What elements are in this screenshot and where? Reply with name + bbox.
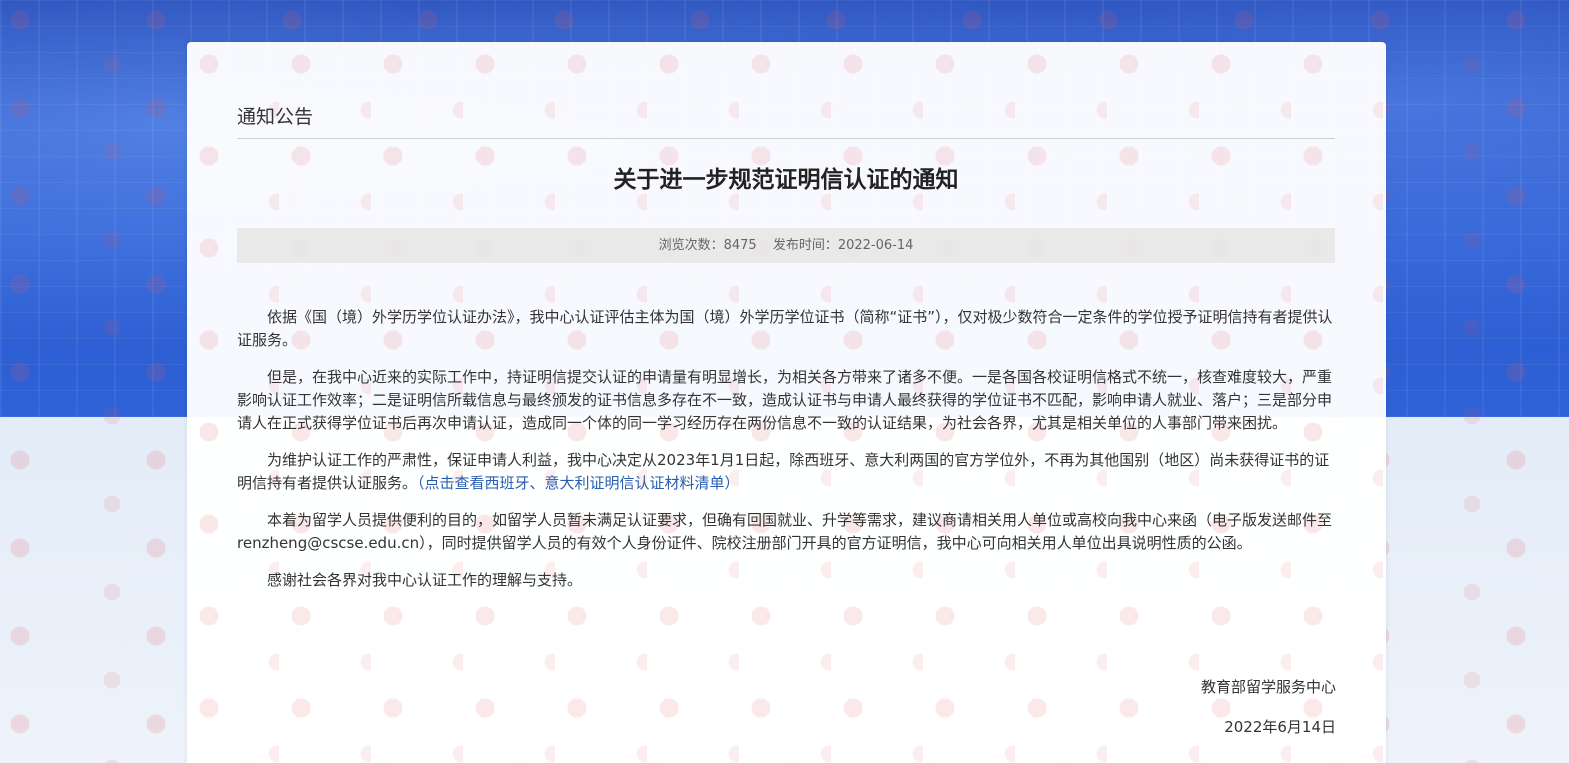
signature-organization: 教育部留学服务中心 (1200, 678, 1336, 696)
publish-date: 2022-06-14 (837, 238, 914, 253)
article-body: 依据《国（境）外学历学位认证办法》，我中心认证评估主体为国（境）外学历学位证书（… (237, 306, 1335, 606)
material-list-link[interactable]: （点击查看西班牙、意大利证明信认证材料清单） (417, 474, 740, 492)
paragraph-3-text: 为维护认证工作的严肃性，保证申请人利益，我中心决定从2023年1月1日起，除西班… (237, 451, 1330, 492)
paragraph-3: 为维护认证工作的严肃性，保证申请人利益，我中心决定从2023年1月1日起，除西班… (237, 449, 1335, 495)
section-heading: 通知公告 (237, 106, 314, 128)
signature-date: 2022年6月14日 (1224, 718, 1336, 736)
article-title: 关于进一步规范证明信认证的通知 (613, 167, 959, 193)
paragraph-1: 依据《国（境）外学历学位认证办法》，我中心认证评估主体为国（境）外学历学位证书（… (237, 308, 1333, 349)
article-meta-bar: 浏览次数：8475 发布时间：2022-06-14 (237, 228, 1335, 263)
paragraph-4: 本着为留学人员提供便利的目的，如留学人员暂未满足认证要求，但确有回国就业、升学等… (237, 511, 1333, 552)
article-card: 通知公告 关于进一步规范证明信认证的通知 浏览次数：8475 发布时间：2022… (187, 42, 1386, 763)
paragraph-2: 但是，在我中心近来的实际工作中，持证明信提交认证的申请量有明显增长，为相关各方带… (237, 368, 1333, 432)
views-label: 浏览次数： (658, 238, 724, 253)
views-meta: 浏览次数：8475 (659, 238, 757, 253)
date-meta: 发布时间：2022-06-14 (773, 238, 914, 253)
heading-divider (237, 138, 1335, 139)
views-count: 8475 (723, 238, 757, 253)
date-label: 发布时间： (772, 238, 838, 253)
paragraph-5: 感谢社会各界对我中心认证工作的理解与支持。 (267, 571, 583, 589)
